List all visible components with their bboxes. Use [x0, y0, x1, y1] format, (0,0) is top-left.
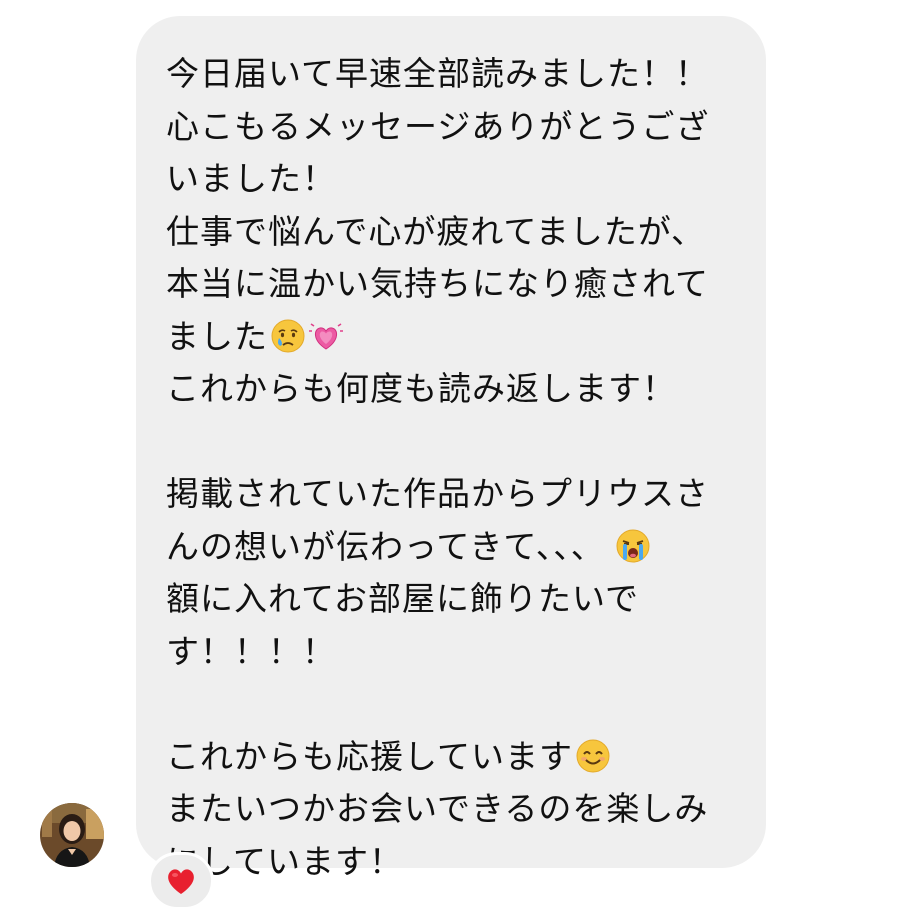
avatar-photo: [40, 803, 104, 867]
sender-avatar[interactable]: [40, 803, 104, 867]
loudly-crying-face-emoji: [616, 529, 650, 562]
message-line: 本当に温かい気持ちになり癒されて: [166, 264, 710, 303]
message-line: にしています！: [166, 841, 404, 881]
message-line: またいつかお会いできるのを楽しみ: [166, 789, 709, 828]
message-line-text: んの想いが伝わってきて、、、: [166, 526, 605, 566]
message-line-text: ました: [166, 316, 268, 356]
message-line: 心こもるメッセージありがとうござ: [166, 106, 710, 146]
message-line: 今日届いて早速全部読みました！！: [166, 54, 710, 93]
growing-heart-emoji: [309, 322, 343, 350]
message-line-with-emoji: これからも応援しています: [166, 731, 748, 784]
message-line: これからも何度も読み返します！: [166, 369, 676, 408]
message-line: 額に入れてお部屋に飾りたいで: [166, 579, 640, 618]
message-line-with-emoji: ました: [166, 311, 748, 364]
message-line-with-emoji: んの想いが伝わってきて、、、: [166, 521, 748, 574]
message-bubble[interactable]: 今日届いて早速全部読みました！！ 心こもるメッセージありがとうござ いました！ …: [136, 16, 766, 881]
chat-thread: 今日届いて早速全部読みました！！ 心こもるメッセージありがとうござ いました！ …: [0, 0, 900, 919]
message-line-text: これからも応援しています: [166, 736, 574, 776]
smiling-face-emoji: [576, 739, 610, 772]
message-line: 仕事で悩んで心が疲れてましたが、: [166, 211, 706, 251]
red-heart-icon: [168, 869, 194, 894]
message-line: す！！！！: [166, 631, 336, 671]
reaction-badge[interactable]: [148, 852, 214, 910]
message-line: 掲載されていた作品からプリウスさ: [166, 474, 710, 513]
message-line: いました！: [166, 159, 336, 198]
crying-face-emoji: [271, 319, 305, 352]
